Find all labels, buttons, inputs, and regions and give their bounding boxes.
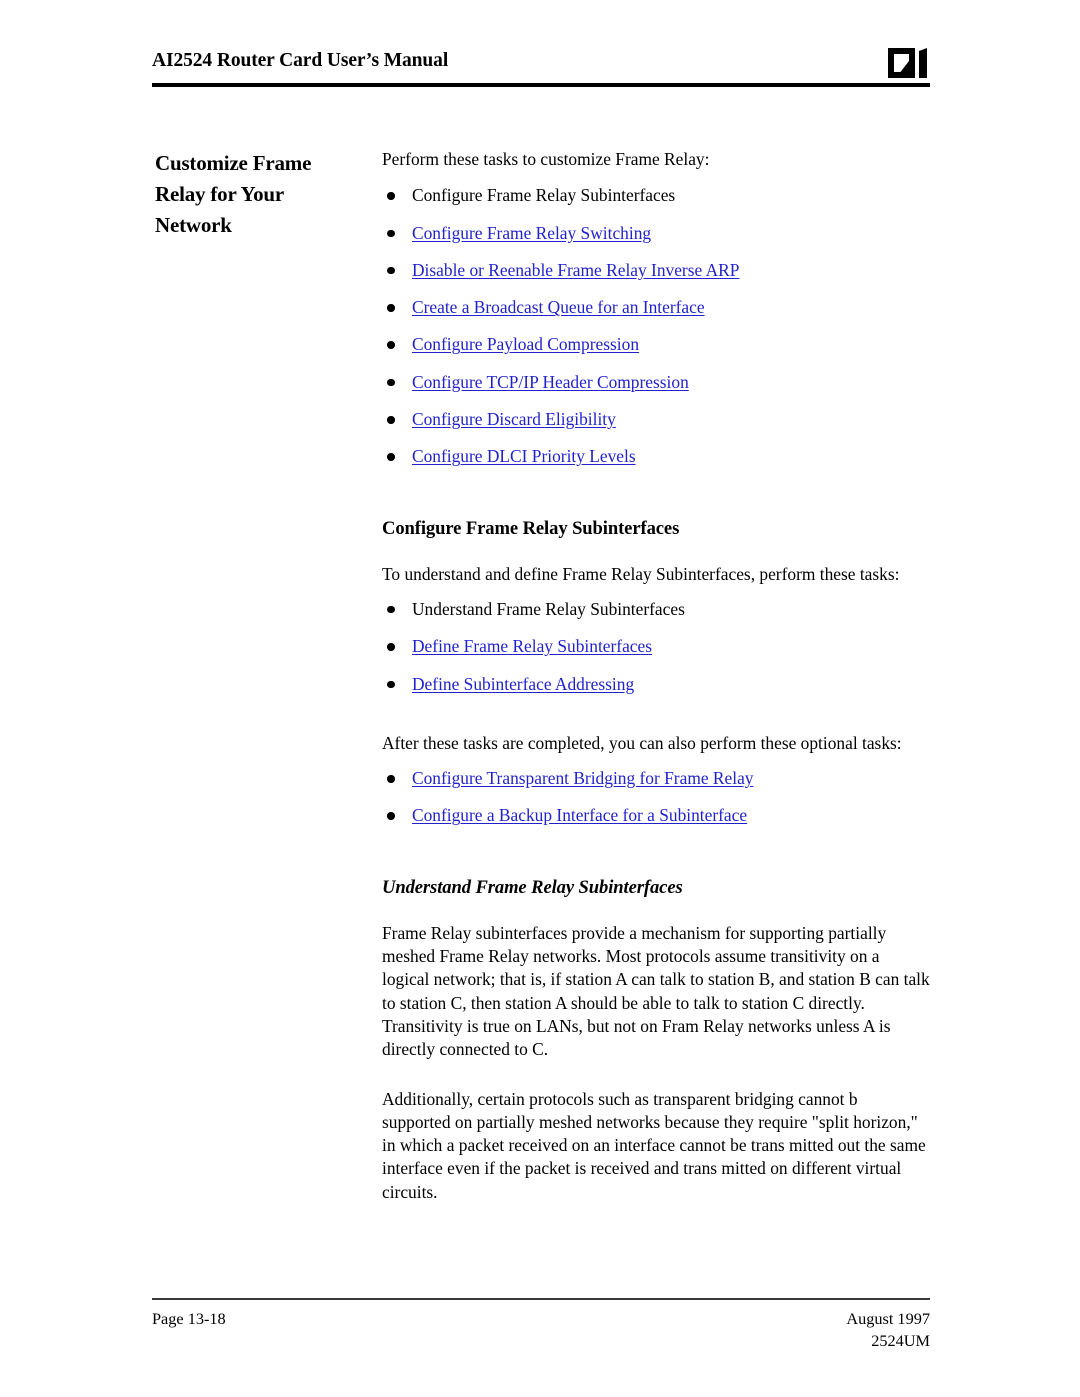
list-item: Configure Discard Eligibility [382,408,930,431]
footer-meta: August 1997 2524UM [846,1308,930,1352]
bullet-icon [387,378,395,387]
list-item: Configure DLCI Priority Levels [382,445,930,468]
list-item: Understand Frame Relay Subinterfaces [382,598,930,621]
bullet-icon [387,680,395,689]
bullet-icon [387,304,395,312]
bullet-icon [387,605,395,614]
task-link[interactable]: Configure Discard Eligibility [412,409,616,429]
section-heading-configure-subinterfaces: Configure Frame Relay Subinterfaces [382,517,680,539]
optional-intro-paragraph: After these tasks are completed, you can… [382,732,902,753]
list-item: Create a Broadcast Queue for an Interfac… [382,296,930,319]
bullet-icon [387,775,395,783]
bullet-icon [387,229,395,238]
task-link[interactable]: Disable or Reenable Frame Relay Inverse … [412,260,739,280]
section-heading-understand-subinterfaces: Understand Frame Relay Subinterfaces [382,876,683,898]
header-title: AI2524 Router Card User’s Manual [152,50,449,71]
task-link[interactable]: Create a Broadcast Queue for an Interfac… [412,297,705,317]
bullet-icon [387,643,395,651]
ai-logo-icon [888,48,930,78]
list-item: Define Frame Relay Subinterfaces [382,635,930,658]
list-item: Configure a Backup Interface for a Subin… [382,804,930,827]
intro-paragraph: Perform these tasks to customize Frame R… [382,149,710,169]
task-label: Understand Frame Relay Subinterfaces [412,598,685,619]
list-item: Configure Frame Relay Subinterfaces [382,184,930,207]
list-item: Configure TCP/IP Header Compression [382,371,930,394]
task-link[interactable]: Define Subinterface Addressing [412,674,634,694]
subinterface-task-list: Understand Frame Relay Subinterfaces Def… [382,598,930,696]
section-intro-paragraph: To understand and define Frame Relay Sub… [382,563,900,584]
bullet-icon [387,341,395,349]
document-page: AI2524 Router Card User’s Manual Customi… [0,0,1080,1397]
task-link[interactable]: Configure Transparent Bridging for Frame… [412,768,753,788]
page-title: Customize Frame Relay for Your Network [155,148,370,241]
customize-task-list: Configure Frame Relay Subinterfaces Conf… [382,184,930,468]
task-link[interactable]: Configure a Backup Interface for a Subin… [412,805,747,825]
page-title-line-3: Network [155,213,232,237]
header-rule [152,83,930,87]
list-item: Define Subinterface Addressing [382,673,930,696]
body-paragraph-2: Additionally, certain protocols such as … [382,1088,926,1202]
footer-date: August 1997 [846,1309,930,1328]
bullet-icon [387,192,395,200]
list-item: Disable or Reenable Frame Relay Inverse … [382,259,930,282]
body-paragraph-1: Frame Relay subinterfaces provide a mech… [382,922,930,1060]
task-link[interactable]: Configure TCP/IP Header Compression [412,372,689,392]
bullet-icon [387,453,395,461]
bullet-icon [387,812,395,820]
footer-doc-code: 2524UM [871,1331,930,1350]
body-column: Perform these tasks to customize Frame R… [382,148,930,1204]
bullet-icon [387,266,395,275]
optional-task-list: Configure Transparent Bridging for Frame… [382,767,930,828]
footer-rule [152,1298,930,1300]
list-item: Configure Transparent Bridging for Frame… [382,767,930,790]
footer-page-number: Page 13-18 [152,1309,226,1328]
list-item: Configure Frame Relay Switching [382,222,930,245]
page-title-line-1: Customize Frame [155,151,312,175]
task-link[interactable]: Define Frame Relay Subinterfaces [412,636,652,656]
list-item: Configure Payload Compression [382,333,930,356]
task-link[interactable]: Configure DLCI Priority Levels [412,446,636,466]
bullet-icon [387,416,395,424]
task-link[interactable]: Configure Payload Compression [412,334,639,354]
task-link[interactable]: Configure Frame Relay Switching [412,223,651,243]
page-title-line-2: Relay for Your [155,182,285,206]
task-label: Configure Frame Relay Subinterfaces [412,185,676,206]
